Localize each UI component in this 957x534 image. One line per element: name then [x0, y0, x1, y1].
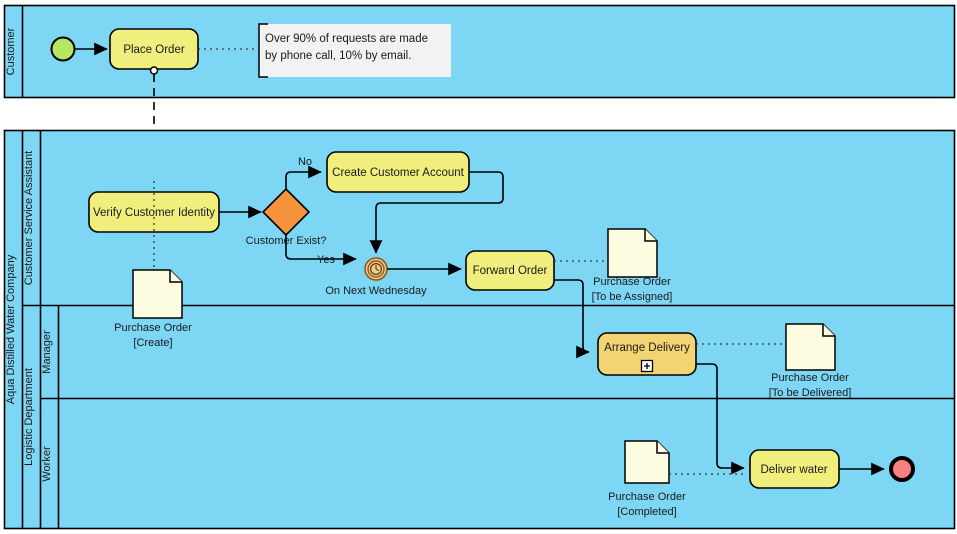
- data-po-create-name: Purchase Order: [114, 322, 192, 334]
- lane-worker[interactable]: Worker: [41, 446, 53, 482]
- data-po-create-state: [Create]: [133, 337, 172, 349]
- start-event-circle: [50, 36, 76, 62]
- end-event[interactable]: [889, 456, 915, 482]
- start-event[interactable]: [50, 36, 76, 62]
- bpmn-diagram-svg: Customer Place Order Over 90% of request…: [3, 4, 956, 530]
- note-line-2: by phone call, 10% by email.: [265, 50, 411, 62]
- end-event-circle: [889, 456, 915, 482]
- data-po-completed-name: Purchase Order: [608, 491, 686, 503]
- flow-label-yes: Yes: [317, 254, 335, 266]
- bpmn-diagram-canvas: Customer Place Order Over 90% of request…: [0, 0, 957, 534]
- task-create-account-label: Create Customer Account: [332, 167, 464, 179]
- task-deliver-water[interactable]: Deliver water: [749, 449, 840, 489]
- lane-logistic-label: Logistic Department: [23, 368, 35, 466]
- timer-event-label: On Next Wednesday: [325, 285, 427, 297]
- data-po-assigned-name: Purchase Order: [593, 276, 671, 288]
- flow-label-no: No: [298, 156, 312, 168]
- data-po-delivered-state: [To be Delivered]: [769, 387, 852, 399]
- task-place-order-label: Place Order: [123, 44, 185, 56]
- collapsed-subprocess-marker-icon: [640, 359, 654, 373]
- data-po-delivered-name: Purchase Order: [771, 372, 849, 384]
- data-po-completed-state: [Completed]: [617, 506, 676, 518]
- task-forward-order[interactable]: Forward Order: [465, 250, 555, 291]
- pool-company-label: Aqua Distilled Water Company: [5, 254, 17, 404]
- note-line-1: Over 90% of requests are made: [265, 33, 428, 45]
- task-deliver-water-label: Deliver water: [760, 464, 827, 476]
- task-arrange-delivery-label: Arrange Delivery: [604, 342, 690, 354]
- task-forward-order-label: Forward Order: [473, 265, 548, 277]
- task-create-account[interactable]: Create Customer Account: [326, 151, 470, 193]
- lane-worker-label: Worker: [41, 446, 53, 482]
- message-flow-source-dot: [149, 66, 159, 75]
- task-place-order[interactable]: Place Order: [109, 28, 199, 70]
- note-request-channels[interactable]: Over 90% of requests are made by phone c…: [258, 23, 451, 78]
- lane-csa-label: Customer Service Assistant: [23, 151, 35, 286]
- task-arrange-delivery[interactable]: Arrange Delivery: [597, 332, 697, 376]
- data-po-assigned-state: [To be Assigned]: [592, 291, 673, 303]
- lane-manager-label: Manager: [41, 330, 53, 374]
- pool-customer-label: Customer: [5, 27, 17, 75]
